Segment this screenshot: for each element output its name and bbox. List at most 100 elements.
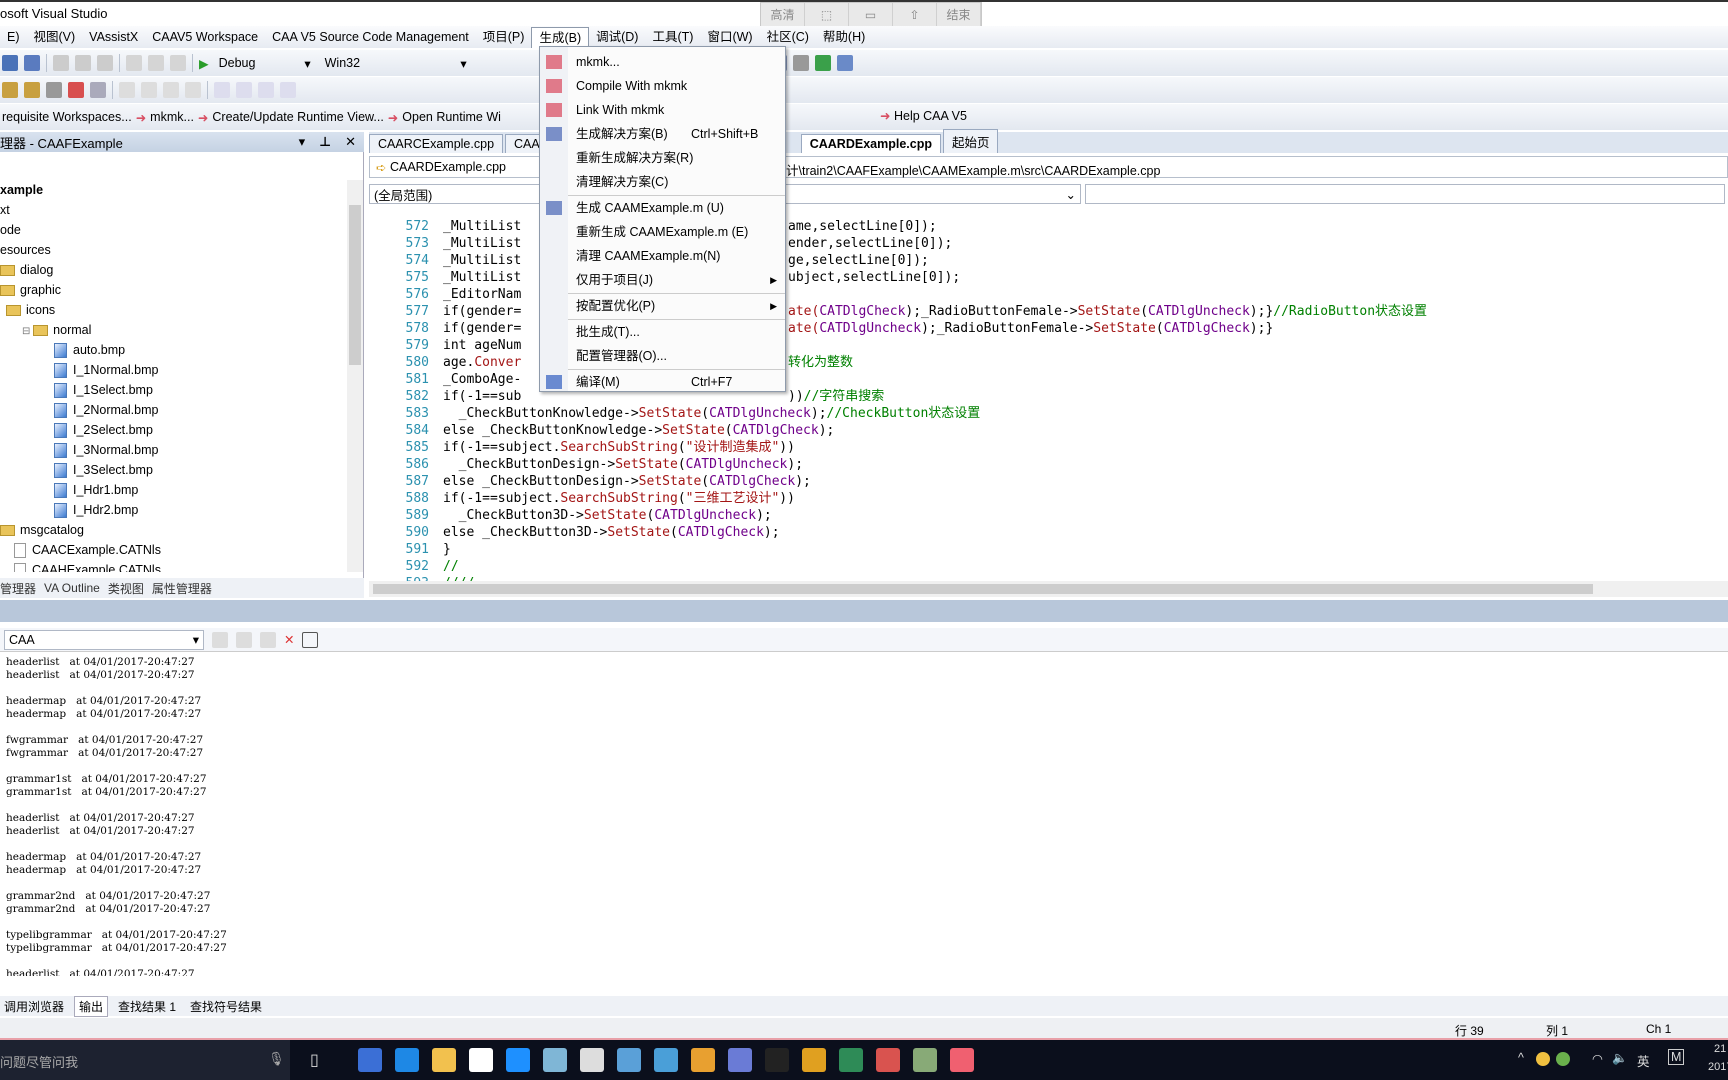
platform-select[interactable]: Win32 ▾: [321, 53, 471, 73]
redo-icon[interactable]: [148, 55, 164, 71]
tree-item[interactable]: I_3Normal.bmp: [0, 440, 345, 460]
cortana-search[interactable]: 问题尽管问我 🎙: [0, 1040, 290, 1080]
member-select[interactable]: [1085, 184, 1725, 204]
vertical-scrollbar[interactable]: [347, 180, 363, 572]
taskbar-app-icon[interactable]: [543, 1048, 567, 1072]
va-open-icon[interactable]: [2, 82, 18, 98]
build-menu-item[interactable]: 编译(M) Ctrl+F7: [540, 370, 785, 394]
ime-indicator[interactable]: 英: [1637, 1051, 1650, 1070]
menu-7[interactable]: 调试(D): [589, 27, 645, 47]
va-open2-icon[interactable]: [24, 82, 40, 98]
tree-item[interactable]: ode: [0, 220, 345, 240]
task-view-icon[interactable]: ▯: [310, 1050, 319, 1070]
prev-message-icon[interactable]: [236, 631, 252, 648]
output-source-select[interactable]: CAA ▾: [4, 629, 204, 650]
menu-6[interactable]: 生成(B): [531, 26, 590, 48]
bottom-tab[interactable]: 查找符号结果: [186, 997, 266, 1016]
scroll-thumb[interactable]: [373, 584, 1593, 594]
build-menu-item[interactable]: 重新生成解决方案(R): [540, 146, 785, 170]
taskbar-app-icon[interactable]: [358, 1048, 382, 1072]
taskbar-app-icon[interactable]: [691, 1048, 715, 1072]
comment-icon[interactable]: [163, 82, 179, 98]
caa-command-button[interactable]: Open Runtime Wi: [402, 110, 501, 124]
taskbar-app-icon[interactable]: [913, 1048, 937, 1072]
editor-tab[interactable]: 起始页: [942, 129, 999, 153]
tree-item[interactable]: icons: [0, 300, 345, 320]
tree-item[interactable]: ⊟ normal: [0, 320, 345, 340]
recorder-button[interactable]: ⇧: [893, 3, 937, 27]
start-page-icon[interactable]: [814, 55, 831, 71]
dropdown-icon[interactable]: ▾: [299, 134, 306, 150]
taskbar-app-icon[interactable]: [617, 1048, 641, 1072]
solution-tab[interactable]: VA Outline: [44, 581, 100, 595]
build-menu-item[interactable]: 重新生成 CAAMExample.m (E): [540, 220, 785, 244]
scroll-thumb[interactable]: [349, 205, 361, 365]
ime-mode[interactable]: M: [1668, 1049, 1685, 1065]
editor-tab[interactable]: CAARDExample.cpp: [800, 134, 941, 153]
menu-2[interactable]: VAssistX: [82, 27, 145, 47]
taskbar-app-icon[interactable]: [765, 1048, 789, 1072]
va-symbol-icon[interactable]: [46, 82, 62, 98]
spell-check-icon[interactable]: [68, 82, 84, 98]
clock-time[interactable]: 21: [1714, 1043, 1726, 1055]
menu-3[interactable]: CAAV5 Workspace: [145, 27, 265, 47]
bottom-tab[interactable]: 调用浏览器: [0, 997, 68, 1016]
next-message-icon[interactable]: [260, 631, 276, 648]
find-message-icon[interactable]: [212, 631, 228, 648]
clear-bookmark-icon[interactable]: [280, 82, 296, 98]
tools-icon[interactable]: [792, 55, 809, 71]
va-refactor-icon[interactable]: [90, 82, 106, 98]
solution-tab[interactable]: 管理器: [0, 580, 36, 597]
tree-item[interactable]: I_2Select.bmp: [0, 420, 345, 440]
bottom-tab[interactable]: 查找结果 1: [114, 997, 180, 1016]
recorder-button[interactable]: ▭: [849, 3, 893, 27]
paste-icon[interactable]: [97, 55, 113, 71]
taskbar-app-icon[interactable]: [506, 1048, 530, 1072]
save-all-icon[interactable]: [24, 55, 40, 71]
tree-item[interactable]: auto.bmp: [0, 340, 345, 360]
volume-icon[interactable]: 🔈: [1612, 1051, 1628, 1066]
tree-item[interactable]: xample: [0, 180, 345, 200]
build-menu-item[interactable]: 仅用于项目(J) ▶: [540, 268, 785, 292]
build-menu-item[interactable]: 生成解决方案(B) Ctrl+Shift+B: [540, 122, 785, 146]
microphone-icon[interactable]: 🎙: [268, 1051, 285, 1067]
build-menu-item[interactable]: 批生成(T)...: [540, 320, 785, 344]
menu-8[interactable]: 工具(T): [645, 27, 700, 47]
menu-1[interactable]: 视图(V): [27, 27, 83, 47]
taskbar-app-icon[interactable]: [950, 1048, 974, 1072]
build-menu-item[interactable]: 按配置优化(P) ▶: [540, 294, 785, 318]
indent-icon[interactable]: [119, 82, 135, 98]
build-menu-item[interactable]: 清理 CAAMExample.m(N): [540, 244, 785, 268]
taskbar-app-icon[interactable]: [580, 1048, 604, 1072]
cut-icon[interactable]: [53, 55, 69, 71]
tree-item[interactable]: CAACExample.CATNls: [0, 540, 345, 560]
build-menu-item[interactable]: 生成 CAAMExample.m (U): [540, 196, 785, 220]
start-debug-icon[interactable]: ▶: [199, 56, 209, 71]
help-caa-button[interactable]: ➜ Help CAA V5: [880, 108, 967, 123]
tree-item[interactable]: xt: [0, 200, 345, 220]
horizontal-scrollbar[interactable]: [369, 581, 1728, 597]
recorder-button[interactable]: 结束: [937, 3, 981, 27]
word-wrap-icon[interactable]: [302, 631, 319, 648]
build-menu-item[interactable]: 清理解决方案(C): [540, 170, 785, 194]
taskbar-app-icon[interactable]: [654, 1048, 678, 1072]
caa-command-button[interactable]: Create/Update Runtime View...: [212, 110, 383, 124]
taskbar-app-icon[interactable]: [469, 1048, 493, 1072]
menu-9[interactable]: 窗口(W): [700, 27, 759, 47]
tree-item[interactable]: msgcatalog: [0, 520, 345, 540]
build-menu-item[interactable]: 配置管理器(O)...: [540, 344, 785, 368]
tray-expand-icon[interactable]: ^: [1518, 1051, 1524, 1065]
wifi-icon[interactable]: ◠: [1592, 1051, 1603, 1066]
close-icon[interactable]: ✕: [345, 134, 356, 150]
window-icon[interactable]: [836, 55, 853, 71]
tree-item[interactable]: I_1Select.bmp: [0, 380, 345, 400]
solution-tab[interactable]: 属性管理器: [152, 580, 212, 597]
tree-item[interactable]: dialog: [0, 260, 345, 280]
tree-item[interactable]: I_3Select.bmp: [0, 460, 345, 480]
tree-item[interactable]: graphic: [0, 280, 345, 300]
solution-tab[interactable]: 类视图: [108, 580, 144, 597]
tree-item[interactable]: I_2Normal.bmp: [0, 400, 345, 420]
caa-command-button[interactable]: requisite Workspaces...: [2, 110, 132, 124]
prev-bookmark-icon[interactable]: [236, 82, 252, 98]
menu-4[interactable]: CAA V5 Source Code Management: [265, 27, 476, 47]
